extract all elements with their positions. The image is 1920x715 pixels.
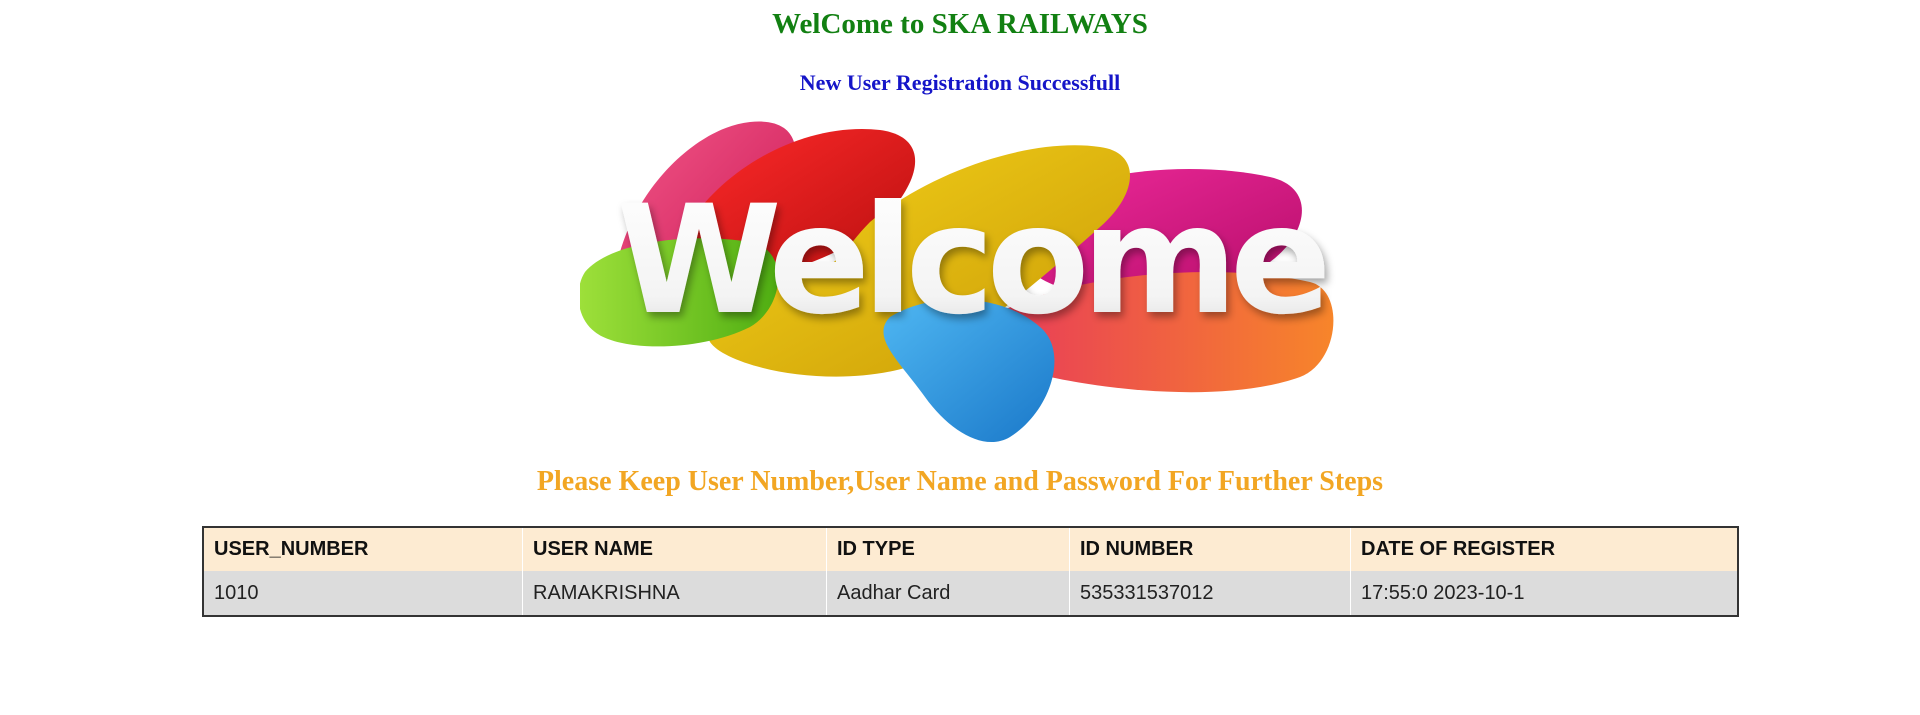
welcome-word: Welcome — [616, 174, 1325, 348]
column-header-id-type: ID TYPE — [826, 528, 1070, 571]
cell-id-number: 535331537012 — [1069, 571, 1351, 615]
cell-id-type: Aadhar Card — [826, 571, 1070, 615]
column-header-id-number: ID NUMBER — [1069, 528, 1351, 571]
column-header-user-number: USER_NUMBER — [204, 528, 523, 571]
registration-success-message: New User Registration Successfull — [799, 70, 1121, 95]
user-details-table: USER_NUMBER USER NAME ID TYPE ID NUMBER … — [202, 526, 1739, 617]
page-title: WelCome to SKA RAILWAYS — [772, 8, 1148, 40]
column-header-date-of-register: DATE OF REGISTER — [1361, 538, 1556, 560]
cell-user-number: 1010 — [204, 571, 523, 615]
table-header-row: USER_NUMBER USER NAME ID TYPE ID NUMBER … — [204, 528, 1737, 571]
cell-user-name: RAMAKRISHNA — [522, 571, 827, 615]
table-row: 1010 RAMAKRISHNA Aadhar Card 53533153701… — [204, 571, 1737, 615]
cell-date-of-register: 17:55:0 2023-10-1 — [1361, 581, 1525, 604]
credentials-notice: Please Keep User Number,User Name and Pa… — [536, 466, 1384, 497]
column-header-user-name: USER NAME — [522, 528, 827, 571]
welcome-banner-image: Welcome — [580, 121, 1334, 443]
